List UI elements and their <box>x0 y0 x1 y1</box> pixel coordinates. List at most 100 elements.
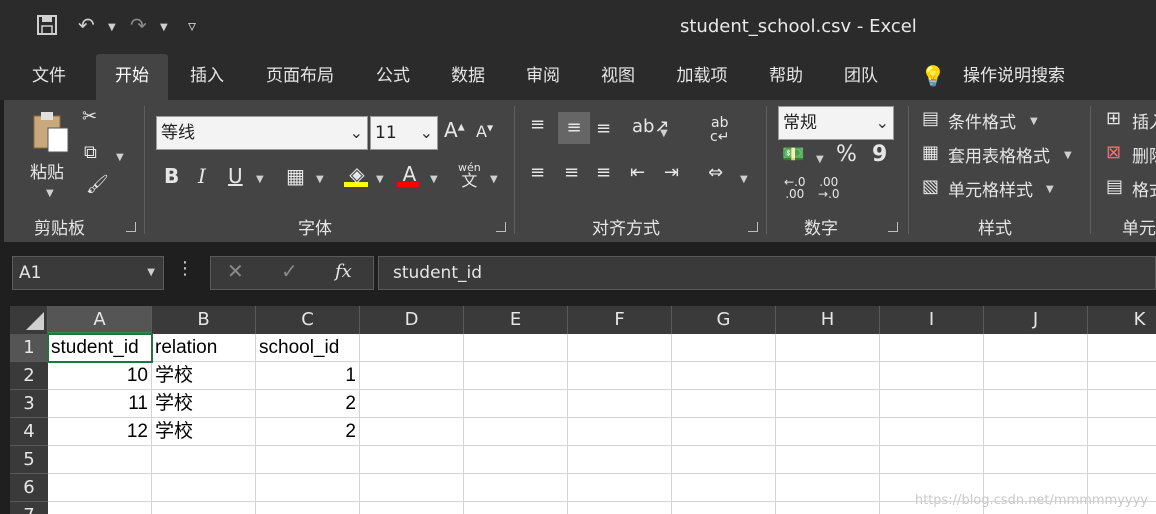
align-bottom-icon[interactable]: ≡ <box>596 120 611 138</box>
italic-icon[interactable]: I <box>198 166 206 186</box>
formula-input[interactable]: student_id <box>378 256 1156 290</box>
wrap-text-icon[interactable]: ab c↵ <box>710 116 729 144</box>
tab-insert[interactable]: 插入 <box>176 54 238 100</box>
tab-review[interactable]: 审阅 <box>512 54 574 100</box>
paste-dropdown-icon[interactable]: ▼ <box>46 188 54 199</box>
row-header-4[interactable]: 4 <box>10 418 48 446</box>
enter-icon[interactable]: ✓ <box>281 259 298 283</box>
cell-a4[interactable]: 12 <box>48 418 152 446</box>
cell-b2[interactable]: 学校 <box>152 362 256 390</box>
column-header-a[interactable]: A <box>48 306 152 334</box>
column-header-k[interactable]: K <box>1088 306 1156 334</box>
cell-c3[interactable]: 2 <box>256 390 360 418</box>
row-header-5[interactable]: 5 <box>10 446 48 474</box>
delete-cells-button[interactable]: 删除 <box>1132 142 1156 167</box>
row-header-1[interactable]: 1 <box>10 334 48 362</box>
select-all-corner[interactable] <box>10 306 48 334</box>
increase-decimal-icon[interactable]: ←.0.00 <box>784 176 806 200</box>
tab-home[interactable]: 开始 <box>96 54 168 100</box>
tab-help[interactable]: 帮助 <box>756 54 816 100</box>
conditional-format-icon[interactable]: ▤ <box>922 110 939 128</box>
decrease-decimal-icon[interactable]: .00 →.0 <box>818 176 840 200</box>
number-launcher-icon[interactable] <box>888 222 898 232</box>
column-header-i[interactable]: I <box>880 306 984 334</box>
paste-label[interactable]: 粘贴 <box>30 158 64 183</box>
redo-dropdown-icon[interactable]: ▼ <box>160 22 168 33</box>
column-header-e[interactable]: E <box>464 306 568 334</box>
paste-icon[interactable] <box>28 110 74 156</box>
cell-a2[interactable]: 10 <box>48 362 152 390</box>
format-as-table-icon[interactable]: ▦ <box>922 144 939 162</box>
format-cells-button[interactable]: 格式 <box>1132 176 1156 201</box>
column-header-j[interactable]: J <box>984 306 1088 334</box>
font-name-select[interactable]: 等线 ⌄ <box>156 116 368 150</box>
tab-data[interactable]: 数据 <box>438 54 498 100</box>
font-launcher-icon[interactable] <box>496 222 506 232</box>
cut-icon[interactable]: ✂ <box>82 108 97 126</box>
column-header-g[interactable]: G <box>672 306 776 334</box>
undo-dropdown-icon[interactable]: ▼ <box>108 22 116 33</box>
undo-icon[interactable]: ↶ <box>78 13 95 37</box>
fill-color-dropdown-icon[interactable]: ▼ <box>376 174 384 185</box>
cell-b3[interactable]: 学校 <box>152 390 256 418</box>
bold-icon[interactable]: B <box>164 166 179 186</box>
column-header-d[interactable]: D <box>360 306 464 334</box>
format-cells-icon[interactable]: ▤ <box>1106 178 1123 196</box>
cell-a1[interactable]: student_id <box>47 333 153 363</box>
column-header-b[interactable]: B <box>152 306 256 334</box>
underline-dropdown-icon[interactable]: ▼ <box>256 174 264 185</box>
name-box[interactable]: A1 ▼ <box>12 256 164 290</box>
align-middle-icon[interactable]: ≡ <box>558 112 590 144</box>
cell-c4[interactable]: 2 <box>256 418 360 446</box>
row-header-3[interactable]: 3 <box>10 390 48 418</box>
cancel-icon[interactable]: ✕ <box>227 259 244 283</box>
insert-cells-button[interactable]: 插入 <box>1132 108 1156 133</box>
cell-c2[interactable]: 1 <box>256 362 360 390</box>
row-header-2[interactable]: 2 <box>10 362 48 390</box>
cell-styles-button[interactable]: 单元格样式 <box>948 176 1033 201</box>
cell-c1[interactable]: school_id <box>256 334 360 362</box>
copy-icon[interactable]: ⧉ <box>84 144 97 162</box>
alignment-launcher-icon[interactable] <box>748 222 758 232</box>
decrease-font-icon[interactable]: A▼ <box>476 124 493 140</box>
font-color-icon[interactable]: A <box>397 164 419 187</box>
conditional-format-dropdown-icon[interactable]: ▼ <box>1030 116 1038 127</box>
borders-dropdown-icon[interactable]: ▼ <box>316 174 324 185</box>
increase-indent-icon[interactable]: ⇥ <box>664 164 679 182</box>
align-left-icon[interactable]: ≡ <box>530 164 545 182</box>
tab-formulas[interactable]: 公式 <box>364 54 422 100</box>
cell-styles-dropdown-icon[interactable]: ▼ <box>1046 184 1054 195</box>
phonetic-dropdown-icon[interactable]: ▼ <box>490 174 498 185</box>
insert-function-icon[interactable]: fx <box>335 261 352 282</box>
comma-style-icon[interactable]: 9 <box>872 144 887 166</box>
column-header-f[interactable]: F <box>568 306 672 334</box>
number-format-select[interactable]: 常规 ⌄ <box>778 106 894 140</box>
merge-dropdown-icon[interactable]: ▼ <box>740 174 748 185</box>
format-painter-icon[interactable]: 🖌 <box>86 176 109 194</box>
tab-team[interactable]: 团队 <box>830 54 892 100</box>
decrease-indent-icon[interactable]: ⇤ <box>630 164 645 182</box>
tab-file[interactable]: 文件 <box>18 54 80 100</box>
more-options-icon[interactable]: ⋮ <box>176 258 194 279</box>
align-top-icon[interactable]: ≡ <box>530 116 545 134</box>
align-center-icon[interactable]: ≡ <box>564 164 579 182</box>
conditional-format-button[interactable]: 条件格式 <box>948 108 1016 133</box>
name-box-dropdown-icon[interactable]: ▼ <box>147 257 155 289</box>
tab-view[interactable]: 视图 <box>588 54 648 100</box>
column-header-h[interactable]: H <box>776 306 880 334</box>
row-header-7[interactable]: 7 <box>10 502 48 514</box>
tab-page-layout[interactable]: 页面布局 <box>252 54 348 100</box>
accounting-dropdown-icon[interactable]: ▼ <box>816 154 824 165</box>
copy-dropdown-icon[interactable]: ▼ <box>116 152 124 163</box>
orientation-dropdown-icon[interactable]: ▼ <box>660 128 668 139</box>
save-icon[interactable] <box>36 14 58 41</box>
format-as-table-button[interactable]: 套用表格格式 <box>948 142 1050 167</box>
column-header-c[interactable]: C <box>256 306 360 334</box>
delete-cells-icon[interactable]: ⊠ <box>1106 144 1121 162</box>
format-as-table-dropdown-icon[interactable]: ▼ <box>1064 150 1072 161</box>
underline-icon[interactable]: U <box>228 166 243 186</box>
tell-me-search[interactable]: 操作说明搜索 <box>954 54 1074 100</box>
increase-font-icon[interactable]: A▲ <box>444 120 465 140</box>
phonetic-icon[interactable]: wén 文 <box>458 162 481 189</box>
fill-color-icon[interactable]: ◈ <box>344 164 368 187</box>
